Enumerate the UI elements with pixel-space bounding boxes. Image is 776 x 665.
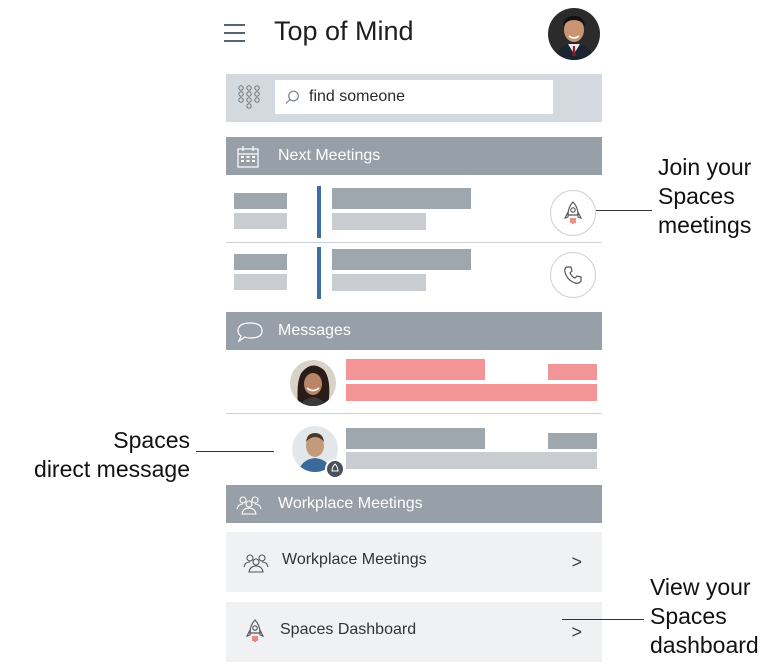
meeting-duration-placeholder bbox=[234, 213, 287, 229]
contact-avatar bbox=[290, 360, 336, 406]
message-sender-placeholder bbox=[346, 359, 485, 380]
search-placeholder: find someone bbox=[309, 88, 406, 105]
meeting-subtitle-placeholder bbox=[332, 274, 426, 291]
rocket-icon bbox=[563, 201, 583, 224]
call-button[interactable] bbox=[550, 252, 596, 298]
section-label: Messages bbox=[278, 322, 351, 339]
speech-bubble-icon bbox=[237, 322, 263, 343]
message-time-placeholder bbox=[548, 364, 597, 380]
message-sender-placeholder bbox=[346, 428, 485, 449]
calendar-icon bbox=[237, 146, 259, 168]
join-meeting-button[interactable] bbox=[550, 190, 596, 236]
meeting-accent-bar bbox=[317, 186, 321, 238]
people-group-icon bbox=[243, 554, 269, 573]
callout-direct-message: Spaces direct message bbox=[34, 427, 190, 482]
workplace-meetings-row[interactable]: Workplace Meetings > bbox=[226, 532, 602, 592]
section-messages: Messages bbox=[226, 312, 602, 350]
page-title: Top of Mind bbox=[274, 16, 414, 46]
spaces-badge-icon bbox=[325, 459, 345, 479]
section-label: Workplace Meetings bbox=[278, 495, 423, 512]
chevron-right-icon: > bbox=[571, 552, 582, 572]
meeting-accent-bar bbox=[317, 247, 321, 299]
message-time-placeholder bbox=[548, 433, 597, 449]
dialpad-icon[interactable] bbox=[236, 84, 262, 110]
meeting-title-placeholder bbox=[332, 188, 471, 209]
workplace-meetings-label: Workplace Meetings bbox=[282, 551, 427, 568]
search-input[interactable]: find someone bbox=[275, 80, 553, 114]
user-avatar[interactable] bbox=[548, 8, 600, 60]
chevron-right-icon: > bbox=[571, 622, 582, 642]
section-workplace-meetings: Workplace Meetings bbox=[226, 485, 602, 523]
meeting-row[interactable] bbox=[226, 243, 602, 305]
spaces-dashboard-label: Spaces Dashboard bbox=[280, 621, 417, 638]
message-preview-placeholder bbox=[346, 452, 597, 469]
meeting-time-placeholder bbox=[234, 193, 287, 209]
rocket-icon bbox=[245, 619, 265, 642]
hamburger-menu-icon[interactable] bbox=[224, 24, 245, 42]
meeting-subtitle-placeholder bbox=[332, 213, 426, 230]
callout-join-meetings: Join your Spaces meetings bbox=[658, 154, 752, 238]
message-preview-placeholder bbox=[346, 384, 597, 401]
callout-line bbox=[562, 619, 644, 620]
message-row[interactable] bbox=[226, 414, 602, 480]
section-next-meetings: Next Meetings bbox=[226, 137, 602, 175]
meeting-title-placeholder bbox=[332, 249, 471, 270]
meeting-time-placeholder bbox=[234, 254, 287, 270]
phone-icon bbox=[564, 266, 582, 284]
meeting-row[interactable] bbox=[226, 180, 602, 242]
message-row[interactable] bbox=[226, 352, 602, 412]
meeting-duration-placeholder bbox=[234, 274, 287, 290]
people-group-icon bbox=[236, 496, 262, 515]
callout-line bbox=[596, 210, 652, 211]
spaces-dashboard-row[interactable]: Spaces Dashboard > bbox=[226, 602, 602, 662]
search-icon bbox=[285, 90, 299, 104]
callout-dashboard: View your Spaces dashboard bbox=[650, 574, 759, 658]
section-label: Next Meetings bbox=[278, 147, 381, 164]
callout-line bbox=[196, 451, 274, 452]
